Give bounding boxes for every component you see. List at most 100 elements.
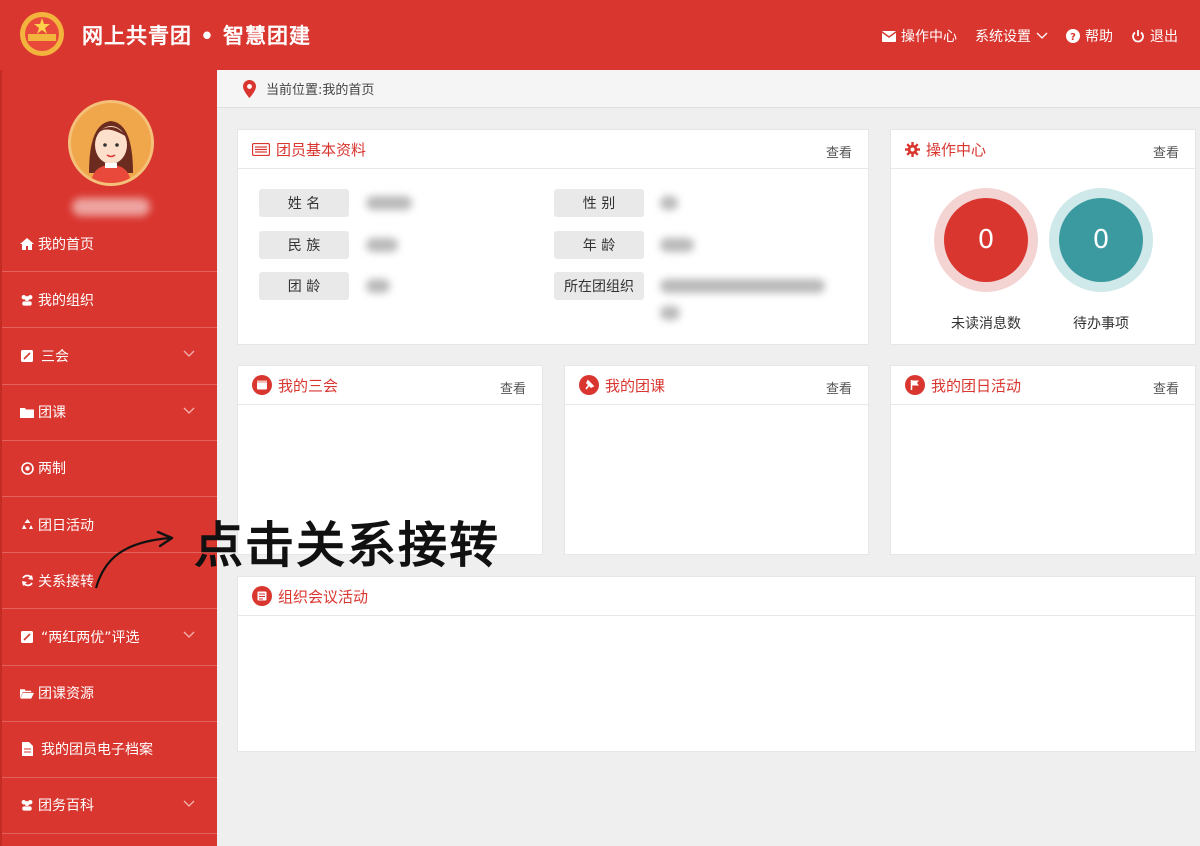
nav-help[interactable]: ? 帮助 — [1066, 26, 1113, 46]
nav-system-settings-label: 系统设置 — [975, 29, 1031, 45]
sidebar-item-label: 团课 — [38, 405, 66, 422]
document-icon — [20, 742, 34, 757]
sidebar: 我的首页 我的组织 三会 团课 两制 团日活动 关系接转 “两红两优”评选 团课… — [0, 70, 217, 846]
label-gender: 性 别 — [554, 189, 644, 217]
member-info-header: 团员基本资料 查看 — [238, 130, 868, 169]
nav-operation-center-label: 操作中心 — [901, 29, 957, 45]
member-info-more-link[interactable]: 查看 — [826, 142, 852, 161]
sidebar-item-label: 我的组织 — [38, 292, 94, 309]
label-league-age: 团 龄 — [259, 272, 349, 300]
annotation-arrow-icon — [94, 530, 174, 589]
sidebar-item-label: “两红两优”评选 — [41, 629, 140, 646]
users-icon — [20, 798, 34, 812]
league-day-header: 我的团日活动 查看 — [891, 366, 1195, 405]
breadcrumb-text: 当前位置:我的首页 — [266, 83, 375, 98]
nav-help-label: 帮助 — [1085, 29, 1113, 45]
three-meetings-more-link[interactable]: 查看 — [500, 378, 526, 397]
sidebar-item-e-archive[interactable]: 我的团员电子档案 — [2, 722, 217, 778]
top-header: 网上共青团 • 智慧团建 操作中心 系统设置 ? 帮助 退出 — [0, 0, 1200, 70]
recycle-icon — [20, 518, 34, 532]
sidebar-item-label: 团日活动 — [38, 517, 94, 534]
sidebar-item-my-org[interactable]: 我的组织 — [2, 272, 217, 329]
value-ethnicity-blurred — [366, 238, 398, 252]
label-name: 姓 名 — [259, 189, 349, 217]
sidebar-item-two-systems[interactable]: 两制 — [2, 441, 217, 497]
sidebar-item-label: 两制 — [38, 461, 66, 478]
unread-count[interactable]: 0 — [944, 198, 1028, 282]
todo-count-label: 待办事项 — [1073, 316, 1129, 332]
label-org: 所在团组织 — [554, 272, 644, 300]
league-class-more-link[interactable]: 查看 — [826, 378, 852, 397]
annotation-click-relation-transfer: 点击关系接转 — [194, 517, 501, 574]
sidebar-item-label: 团课资源 — [38, 686, 94, 703]
avatar[interactable] — [68, 100, 154, 186]
league-day-title: 我的团日活动 — [931, 376, 1022, 395]
nav-logout[interactable]: 退出 — [1131, 26, 1178, 46]
org-meetings-title: 组织会议活动 — [278, 587, 369, 606]
home-icon — [20, 237, 34, 251]
pin-icon — [579, 375, 599, 395]
label-age: 年 龄 — [554, 231, 644, 259]
todo-count[interactable]: 0 — [1059, 198, 1143, 282]
league-class-panel: 我的团课 查看 — [564, 365, 869, 555]
flag-icon — [905, 375, 925, 395]
value-org-blurred — [660, 279, 825, 293]
envelope-icon — [882, 30, 896, 42]
operation-center-title: 操作中心 — [926, 140, 987, 159]
id-card-icon — [252, 142, 270, 156]
three-meetings-title: 我的三会 — [278, 376, 339, 395]
username-blurred — [72, 198, 150, 216]
gear-icon — [905, 141, 920, 157]
org-meetings-panel: 组织会议活动 — [237, 576, 1196, 752]
league-day-more-link[interactable]: 查看 — [1153, 378, 1179, 397]
unread-count-ring: 0 — [934, 188, 1038, 292]
value-name-blurred — [366, 196, 412, 210]
avatar-illustration — [71, 103, 151, 183]
operation-center-panel: 操作中心 查看 0 未读消息数 0 待办事项 — [890, 129, 1196, 345]
league-class-title: 我的团课 — [605, 376, 666, 395]
refresh-icon — [20, 574, 34, 588]
league-emblem-logo — [20, 12, 64, 56]
todo-count-ring: 0 — [1049, 188, 1153, 292]
sidebar-item-label: 我的首页 — [38, 236, 94, 253]
org-meetings-header: 组织会议活动 — [238, 577, 1195, 616]
app-title: 网上共青团 • 智慧团建 — [82, 24, 312, 48]
operation-center-header: 操作中心 查看 — [891, 130, 1195, 169]
target-icon — [20, 461, 34, 475]
edit-icon — [20, 630, 34, 644]
location-pin-icon — [243, 79, 256, 98]
users-icon — [20, 293, 34, 307]
sidebar-item-label: 团务百科 — [38, 798, 94, 815]
sidebar-item-selection[interactable]: “两红两优”评选 — [2, 609, 217, 666]
folder-icon — [20, 405, 34, 419]
svg-text:?: ? — [1070, 32, 1076, 43]
help-icon: ? — [1066, 29, 1080, 43]
sidebar-item-three-meetings[interactable]: 三会 — [2, 328, 217, 385]
sidebar-item-encyclopedia[interactable]: 团务百科 — [2, 778, 217, 835]
breadcrumb: 当前位置:我的首页 — [217, 70, 1200, 108]
sidebar-menu: 我的首页 我的组织 三会 团课 两制 团日活动 关系接转 “两红两优”评选 团课… — [2, 216, 217, 835]
nav-logout-label: 退出 — [1150, 29, 1178, 45]
league-day-panel: 我的团日活动 查看 — [890, 365, 1196, 555]
sidebar-item-label: 我的团员电子档案 — [41, 742, 153, 759]
operation-center-more-link[interactable]: 查看 — [1153, 142, 1179, 161]
sidebar-item-home[interactable]: 我的首页 — [2, 216, 217, 273]
power-icon — [1132, 30, 1144, 43]
list-icon — [252, 586, 272, 606]
member-info-title: 团员基本资料 — [276, 140, 367, 159]
edit-icon — [20, 349, 34, 363]
chevron-down-icon — [183, 407, 195, 414]
three-meetings-header: 我的三会 查看 — [238, 366, 542, 405]
unread-count-label: 未读消息数 — [951, 316, 1021, 332]
nav-operation-center[interactable]: 操作中心 — [882, 26, 957, 46]
folder-open-icon — [20, 686, 34, 700]
sidebar-item-class-resources[interactable]: 团课资源 — [2, 666, 217, 722]
value-gender-blurred — [660, 196, 678, 210]
calendar-icon — [252, 375, 272, 395]
label-ethnicity: 民 族 — [259, 231, 349, 259]
league-class-header: 我的团课 查看 — [565, 366, 868, 405]
nav-system-settings[interactable]: 系统设置 — [975, 26, 1048, 46]
chevron-down-icon — [1036, 32, 1048, 39]
sidebar-item-label: 关系接转 — [38, 573, 94, 590]
sidebar-item-league-class[interactable]: 团课 — [2, 385, 217, 441]
